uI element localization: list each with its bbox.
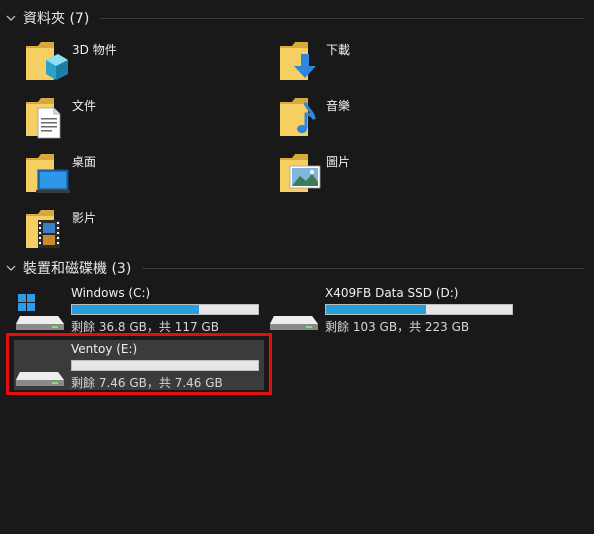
folder-documents[interactable]: 文件 bbox=[24, 94, 264, 144]
folder-pictures[interactable]: 圖片 bbox=[278, 150, 518, 200]
folder-desktop-icon bbox=[24, 150, 70, 196]
folder-label: 文件 bbox=[72, 99, 97, 113]
drive-ventoy-e[interactable]: Ventoy (E:) 剩餘 7.46 GB，共 7.46 GB bbox=[14, 340, 264, 390]
section-divider bbox=[100, 18, 584, 19]
drive-usage-bar bbox=[71, 360, 259, 371]
file-explorer-view: 資料夾 (7) 3D 物件 下載 文件 音樂 桌面 圖片 影片 裝置和磁碟機 (… bbox=[0, 0, 594, 534]
folder-desktop[interactable]: 桌面 bbox=[24, 150, 264, 200]
folder-3d-objects[interactable]: 3D 物件 bbox=[24, 38, 264, 88]
drives-section-header[interactable]: 裝置和磁碟機 (3) bbox=[4, 257, 131, 279]
drive-usage-bar bbox=[71, 304, 259, 315]
drive-free-space: 剩餘 7.46 GB，共 7.46 GB bbox=[71, 376, 223, 390]
folder-music-icon bbox=[278, 94, 324, 140]
section-divider bbox=[142, 268, 584, 269]
folders-section-header[interactable]: 資料夾 (7) bbox=[4, 7, 89, 29]
drive-name: Ventoy (E:) bbox=[71, 342, 138, 356]
drive-free-space: 剩餘 103 GB，共 223 GB bbox=[325, 320, 470, 334]
folder-pictures-icon bbox=[278, 150, 324, 196]
chevron-down-icon bbox=[4, 11, 18, 25]
drive-data-ssd-d[interactable]: X409FB Data SSD (D:) 剩餘 103 GB，共 223 GB bbox=[268, 284, 524, 334]
folder-documents-icon bbox=[24, 94, 70, 140]
folder-downloads-icon bbox=[278, 38, 324, 84]
drive-usage-fill bbox=[326, 305, 427, 314]
folders-section-title: 資料夾 (7) bbox=[23, 11, 90, 27]
drive-name: X409FB Data SSD (D:) bbox=[325, 286, 459, 300]
drive-name: Windows (C:) bbox=[71, 286, 151, 300]
drive-usage-fill bbox=[72, 305, 200, 314]
chevron-down-icon bbox=[4, 261, 18, 275]
folder-music[interactable]: 音樂 bbox=[278, 94, 518, 144]
folder-label: 下載 bbox=[326, 43, 351, 57]
windows-logo-icon bbox=[18, 294, 36, 312]
folder-label: 圖片 bbox=[326, 155, 351, 169]
folder-downloads[interactable]: 下載 bbox=[278, 38, 518, 88]
folder-videos[interactable]: 影片 bbox=[24, 206, 264, 256]
folder-videos-icon bbox=[24, 206, 70, 252]
drive-usage-bar bbox=[325, 304, 513, 315]
hard-drive-icon bbox=[14, 354, 70, 388]
hard-drive-icon bbox=[268, 298, 324, 332]
folder-label: 影片 bbox=[72, 211, 97, 225]
folder-label: 音樂 bbox=[326, 99, 351, 113]
folder-label: 3D 物件 bbox=[72, 43, 117, 57]
drive-free-space: 剩餘 36.8 GB，共 117 GB bbox=[71, 320, 219, 334]
folder-3d-objects-icon bbox=[24, 38, 70, 84]
folder-label: 桌面 bbox=[72, 155, 97, 169]
drive-windows-c[interactable]: Windows (C:) 剩餘 36.8 GB，共 117 GB bbox=[14, 284, 270, 334]
drives-section-title: 裝置和磁碟機 (3) bbox=[23, 261, 132, 277]
